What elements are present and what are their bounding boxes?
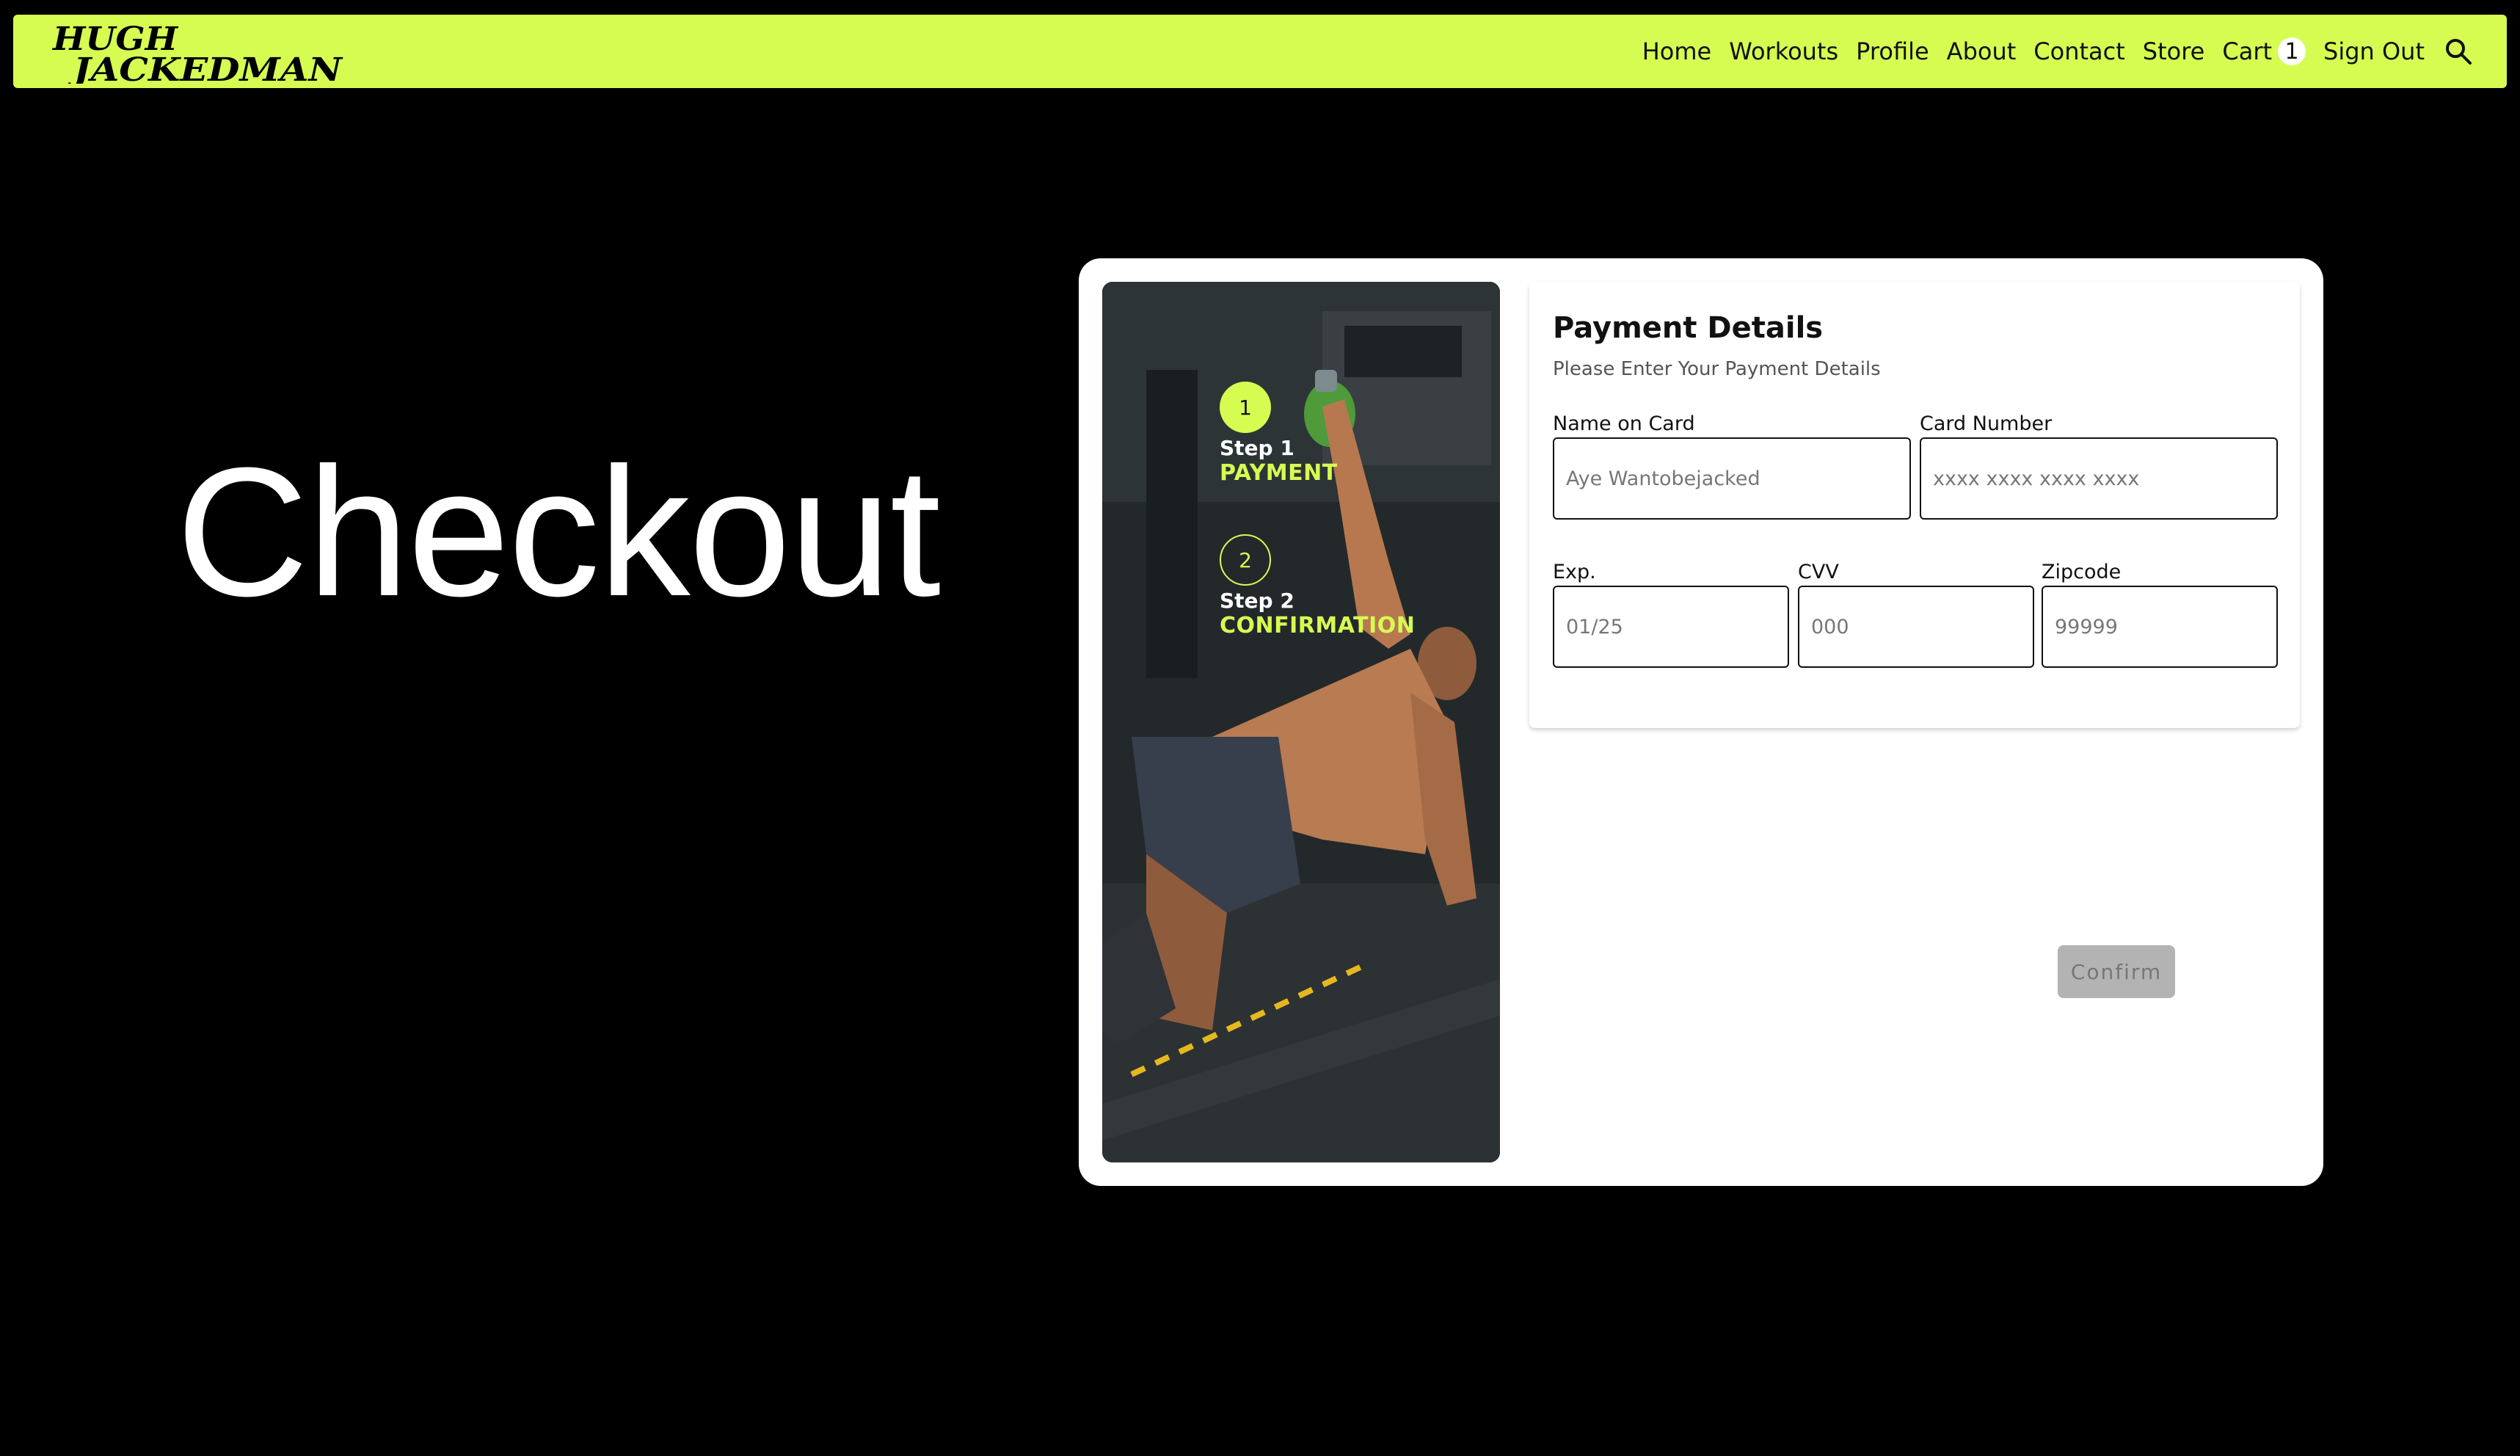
nav-link-profile[interactable]: Profile xyxy=(1856,37,1929,65)
step-payment: 1 Step 1 PAYMENT xyxy=(1220,382,1338,486)
step-2-label: Step 2 xyxy=(1220,589,1294,613)
nav-link-about[interactable]: About xyxy=(1947,37,2017,65)
zipcode-input[interactable] xyxy=(2042,586,2278,668)
nav-link-contact[interactable]: Contact xyxy=(2033,37,2125,65)
step-1-circle: 1 xyxy=(1220,382,1271,433)
nav-link-sign-out[interactable]: Sign Out xyxy=(2323,37,2425,65)
zipcode-label: Zipcode xyxy=(2042,561,2122,583)
checkout-card: 1 Step 1 PAYMENT 2 Step 2 CONFIRMATION P… xyxy=(1079,258,2323,1186)
brand-logo[interactable]: HUGH JACKEDMAN xyxy=(51,21,345,89)
top-navbar: HUGH JACKEDMAN Home Workouts Profile Abo… xyxy=(13,15,2507,89)
cart-count-badge: 1 xyxy=(2278,37,2306,65)
nav-links: Home Workouts Profile About Contact Stor… xyxy=(1625,15,2507,88)
payment-details-title: Payment Details xyxy=(1553,311,1824,345)
step-2-title: CONFIRMATION xyxy=(1220,613,1416,638)
card-number-input[interactable] xyxy=(1920,437,2278,520)
name-on-card-input[interactable] xyxy=(1553,437,1911,520)
nav-link-cart[interactable]: Cart xyxy=(2222,37,2272,65)
nav-link-home[interactable]: Home xyxy=(1642,37,1712,65)
search-icon[interactable] xyxy=(2444,37,2473,66)
nav-link-workouts[interactable]: Workouts xyxy=(1729,37,1838,65)
page-title: Checkout xyxy=(176,429,941,634)
cvv-input[interactable] xyxy=(1798,586,2034,668)
step-2-circle: 2 xyxy=(1220,534,1271,586)
cvv-label: CVV xyxy=(1798,561,1839,583)
nav-link-store[interactable]: Store xyxy=(2143,37,2205,65)
hero-image: 1 Step 1 PAYMENT 2 Step 2 CONFIRMATION xyxy=(1102,282,1500,1162)
exp-label: Exp. xyxy=(1553,561,1596,583)
svg-text:JACKEDMAN: JACKEDMAN xyxy=(68,51,343,84)
exp-input[interactable] xyxy=(1553,586,1789,668)
payment-details-subtitle: Please Enter Your Payment Details xyxy=(1553,358,1881,380)
nav-cart[interactable]: Cart 1 xyxy=(2222,37,2306,65)
step-confirmation: 2 Step 2 CONFIRMATION xyxy=(1220,534,1415,638)
step-1-title: PAYMENT xyxy=(1220,460,1338,486)
step-1-label: Step 1 xyxy=(1220,436,1294,460)
name-on-card-label: Name on Card xyxy=(1553,412,1695,435)
payment-details-panel: Payment Details Please Enter Your Paymen… xyxy=(1529,282,2300,728)
confirm-button[interactable]: Confirm xyxy=(2058,945,2175,998)
card-number-label: Card Number xyxy=(1920,412,2053,435)
